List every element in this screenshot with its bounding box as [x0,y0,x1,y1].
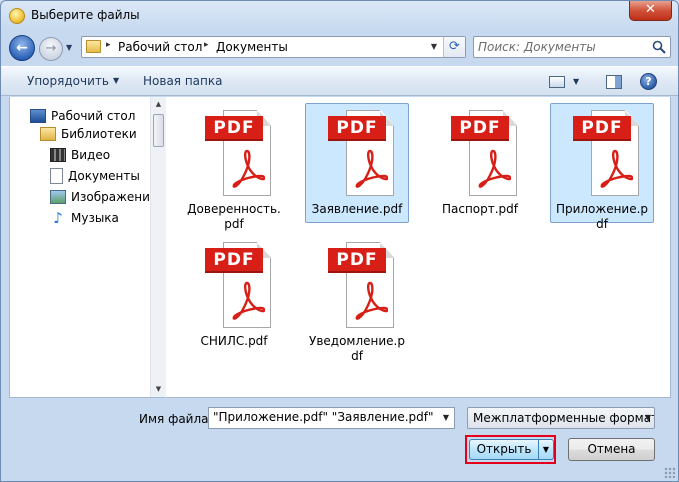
chevron-down-icon: ▼ [644,413,651,422]
file-open-dialog: Выберите файлы ✕ ← → ▼ ▸ Рабочий стол ▸ … [0,0,679,482]
pdf-file-icon: PDF [573,110,639,196]
refresh-icon[interactable]: ⟳ [443,37,465,57]
preview-pane-icon[interactable] [606,75,622,89]
libraries-icon [40,127,56,141]
breadcrumb-separator-icon[interactable]: ▸ [204,40,209,50]
resize-grip[interactable] [664,467,675,478]
nav-item-label: Видео [71,148,111,162]
acrobat-logo-icon [355,149,388,188]
breadcrumb-separator-icon[interactable]: ▸ [106,40,111,50]
nav-item-images[interactable]: Изображения [50,188,157,206]
app-icon [9,8,25,24]
file-name: Заявление.pdf [311,202,403,216]
pdf-badge: PDF [451,116,509,141]
file-name: Приложение.pdf [555,202,649,231]
video-icon [50,148,66,162]
address-bar[interactable]: ▸ Рабочий стол ▸ Документы ▼ ⟳ [81,36,466,58]
organize-label: Упорядочить [27,74,109,88]
file-item[interactable]: PDF Заявление.pdf [305,103,409,223]
search-icon[interactable] [652,40,666,54]
nav-item-label: Документы [68,169,140,183]
filename-label: Имя файла: [139,412,213,426]
navigation-scrollbar[interactable]: ▲ ▼ [150,97,166,397]
open-button-highlight: Открыть ▼ [465,435,556,464]
pdf-file-icon: PDF [205,110,271,196]
file-item[interactable]: PDF Приложение.pdf [550,103,654,231]
pdf-file-icon: PDF [205,242,271,328]
scroll-down-icon[interactable]: ▼ [151,382,166,397]
file-item[interactable]: PDF Доверенность.pdf [182,103,286,231]
navigation-pane: Рабочий стол Библиотеки Видео Документы … [9,97,166,398]
pdf-file-icon: PDF [328,110,394,196]
nav-item-desktop[interactable]: Рабочий стол [30,107,135,125]
acrobat-logo-icon [600,149,633,188]
file-type-select[interactable]: Межплатформенные формат ▼ [467,407,655,429]
nav-item-label: Рабочий стол [51,109,136,123]
breadcrumb-desktop[interactable]: Рабочий стол [118,40,202,54]
acrobat-logo-icon [478,149,511,188]
pdf-badge: PDF [328,248,386,273]
file-list-pane: PDF Доверенность.pdf PDF Заявление.pdf P… [166,97,671,398]
images-icon [50,190,66,204]
nav-item-label: Музыка [71,211,119,225]
pdf-badge: PDF [328,116,386,141]
address-dropdown-icon[interactable]: ▼ [427,37,441,57]
nav-item-music[interactable]: ♪ Музыка [50,209,119,227]
window-title: Выберите файлы [31,8,140,22]
acrobat-logo-icon [232,149,265,188]
scrollbar-thumb[interactable] [153,114,164,147]
folder-icon [86,40,101,53]
desktop-icon [30,109,46,123]
nav-item-libraries[interactable]: Библиотеки [40,125,137,143]
documents-icon [50,168,63,184]
help-icon[interactable]: ? [640,73,657,90]
file-name: Уведомление.pdf [309,334,405,363]
acrobat-logo-icon [355,281,388,320]
recent-locations-dropdown-icon[interactable]: ▼ [66,43,76,53]
filename-field[interactable]: "Приложение.pdf" "Заявление.pdf" ▼ [208,407,455,429]
file-name: СНИЛС.pdf [200,334,268,348]
pdf-file-icon: PDF [451,110,517,196]
forward-button[interactable]: → [39,37,63,61]
back-button[interactable]: ← [9,35,35,61]
cancel-button[interactable]: Отмена [568,438,655,461]
file-name: Паспорт.pdf [441,202,519,216]
command-toolbar: Упорядочить ▼ Новая папка ▼ ? [1,66,678,96]
pdf-badge: PDF [205,248,263,273]
acrobat-logo-icon [232,281,265,320]
nav-item-label: Изображения [71,190,158,204]
chevron-down-icon: ▼ [112,76,120,85]
search-box[interactable] [473,36,671,58]
file-name: Доверенность.pdf [187,202,281,231]
new-folder-button[interactable]: Новая папка [143,74,222,88]
organize-menu-button[interactable]: Упорядочить ▼ [27,74,119,88]
file-item[interactable]: PDF Паспорт.pdf [428,103,532,223]
pdf-file-icon: PDF [328,242,394,328]
nav-item-documents[interactable]: Документы [50,167,140,185]
change-view-icon[interactable] [549,76,565,88]
view-options-dropdown-icon[interactable]: ▼ [573,77,579,86]
music-icon: ♪ [53,209,63,227]
file-type-value: Межплатформенные формат [473,411,655,425]
nav-item-label: Библиотеки [61,127,137,141]
close-button[interactable]: ✕ [629,1,672,21]
open-options-dropdown-icon[interactable]: ▼ [539,439,554,460]
filename-dropdown-icon[interactable]: ▼ [438,408,454,428]
file-item[interactable]: PDF СНИЛС.pdf [182,235,286,355]
breadcrumb-documents[interactable]: Документы [216,40,288,54]
scroll-up-icon[interactable]: ▲ [151,97,166,112]
file-item[interactable]: PDF Уведомление.pdf [305,235,409,363]
open-button[interactable]: Открыть [469,439,539,460]
nav-item-video[interactable]: Видео [50,146,110,164]
search-input[interactable] [474,37,648,57]
pdf-badge: PDF [205,116,263,141]
title-bar: Выберите файлы ✕ [1,1,678,31]
filename-value: "Приложение.pdf" "Заявление.pdf" [213,410,434,424]
pdf-badge: PDF [573,116,631,141]
